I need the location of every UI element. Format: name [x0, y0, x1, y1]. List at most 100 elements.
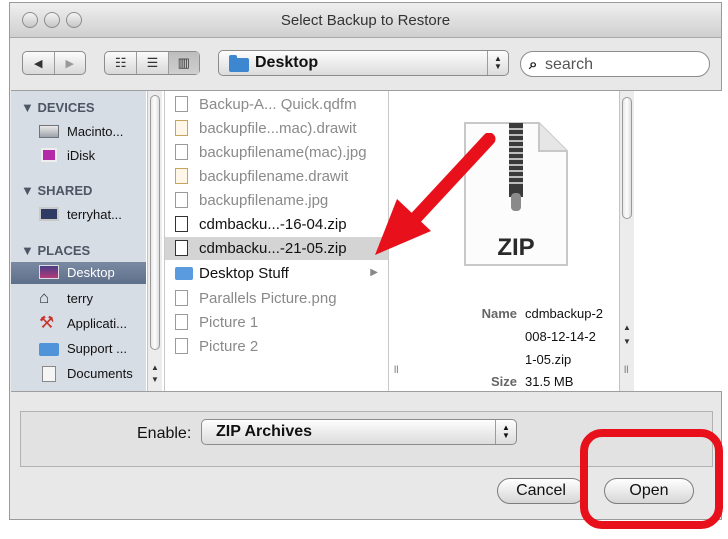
preview-scrollbar[interactable]: ▲ ▼ ll	[619, 91, 634, 391]
file-name: Parallels Picture.png	[199, 290, 337, 307]
sidebar-item-label: Macinto...	[67, 124, 124, 139]
file-row[interactable]: backupfilename.jpg	[165, 189, 388, 212]
zip-file-icon	[175, 216, 188, 232]
file-name: cdmbacku...-16-04.zip	[199, 216, 347, 233]
preview-column: ZIP Name cdmbackup-2 008-12-14-2 1-05.zi…	[375, 91, 629, 391]
view-mode-control: ☷ ☰ ▥	[104, 51, 200, 75]
file-row[interactable]: Picture 1	[165, 311, 388, 334]
document-icon	[175, 96, 188, 112]
sidebar-heading-devices[interactable]: ▼ DEVICES	[21, 100, 95, 115]
sidebar-item-label: Desktop	[67, 265, 115, 280]
sidebar-item-terryhat[interactable]: terryhat...	[11, 204, 146, 226]
desktop-icon	[39, 265, 59, 279]
sidebar-item-desktop[interactable]: Desktop	[11, 262, 146, 284]
scrollbar-thumb[interactable]	[150, 95, 160, 350]
file-name: cdmbacku...-21-05.zip	[199, 240, 347, 257]
scrollbar-thumb[interactable]	[622, 97, 632, 219]
image-file-icon	[175, 290, 188, 306]
window-title: Select Backup to Restore	[280, 12, 451, 29]
folder-icon	[39, 343, 59, 356]
network-computer-icon	[39, 207, 59, 221]
image-file-icon	[175, 338, 188, 354]
sidebar-item-label: terryhat...	[67, 207, 122, 222]
search-icon: ⌕	[529, 56, 538, 73]
scroll-up-arrow-icon[interactable]: ▲	[623, 323, 631, 332]
disclosure-arrow-icon: ▶	[370, 267, 378, 278]
back-forward-control: ◀ ▶	[22, 51, 86, 75]
name-line-3: 1-05.zip	[525, 352, 572, 367]
file-row[interactable]: backupfile...mac).drawit	[165, 117, 388, 140]
sidebar-item-macintosh-hd[interactable]: Macinto...	[11, 121, 146, 143]
enable-popup-value: ZIP Archives	[216, 423, 313, 440]
file-list-column: Backup-A... Quick.qdfm backupfile...mac)…	[164, 91, 396, 391]
file-row[interactable]: cdmbacku...-16-04.zip	[165, 213, 388, 236]
sidebar-item-label: iDisk	[67, 148, 96, 163]
image-file-icon	[175, 314, 188, 330]
name-label: Name	[481, 306, 517, 321]
name-line-1: cdmbackup-2	[525, 306, 604, 321]
file-name: Picture 2	[199, 338, 259, 355]
zip-file-icon	[175, 240, 188, 256]
title-bar[interactable]: Select Backup to Restore	[10, 3, 721, 38]
sidebar-scrollbar[interactable]: ▲ ▼	[147, 91, 162, 391]
file-row[interactable]: Parallels Picture.png	[165, 287, 388, 310]
sidebar-item-label: terry	[67, 291, 93, 306]
file-name: Picture 1	[199, 314, 259, 331]
column-resize-grip-icon[interactable]: ll	[624, 365, 628, 376]
folder-icon	[229, 55, 249, 72]
search-field[interactable]: ⌕ search	[520, 51, 710, 77]
idisk-icon	[41, 148, 57, 162]
list-view-button[interactable]: ☰	[137, 52, 169, 74]
forward-button[interactable]: ▶	[55, 52, 86, 74]
documents-icon	[42, 366, 56, 382]
annotation-arrow-icon	[375, 133, 496, 255]
drawit-document-icon	[175, 120, 188, 136]
size-label: Size	[490, 374, 517, 389]
size-value: 31.5 MB	[525, 374, 574, 389]
drawit-document-icon	[175, 168, 188, 184]
image-file-icon	[175, 144, 188, 160]
file-name: backupfilename(mac).jpg	[199, 144, 367, 161]
location-popup[interactable]: Desktop ▲ ▼	[218, 50, 509, 76]
scroll-down-arrow-icon[interactable]: ▼	[623, 337, 631, 346]
sidebar-item-support[interactable]: Support ...	[11, 338, 146, 360]
sidebar-item-documents[interactable]: Documents	[11, 363, 146, 385]
file-row-selected[interactable]: cdmbacku...-21-05.zip	[165, 237, 388, 260]
hard-drive-icon	[39, 125, 59, 138]
back-button[interactable]: ◀	[23, 52, 55, 74]
sidebar-heading-shared[interactable]: ▼ SHARED	[21, 183, 92, 198]
home-icon: ⌂	[39, 288, 50, 307]
location-label: Desktop	[255, 54, 319, 71]
sidebar: ▼ DEVICES Macinto... iDisk ▼ SHARED terr…	[11, 91, 146, 391]
folder-row[interactable]: Desktop Stuff ▶	[165, 262, 388, 285]
scroll-up-arrow-icon[interactable]: ▲	[151, 363, 159, 372]
sidebar-item-idisk[interactable]: iDisk	[11, 145, 146, 167]
file-name: Backup-A... Quick.qdfm	[199, 96, 357, 113]
sidebar-item-terry[interactable]: ⌂ terry	[11, 288, 146, 310]
sidebar-item-applications[interactable]: ⚒ Applicati...	[11, 313, 146, 335]
icon-view-button[interactable]: ☷	[105, 52, 138, 74]
column-resize-grip-icon[interactable]: ll	[394, 365, 398, 376]
annotation-highlight-box	[580, 429, 723, 529]
sidebar-heading-places[interactable]: ▼ PLACES	[21, 243, 90, 258]
enable-label: Enable:	[137, 425, 192, 442]
name-line-2: 008-12-14-2	[525, 329, 596, 344]
file-row[interactable]: Picture 2	[165, 335, 388, 358]
file-name: backupfilename.drawit	[199, 168, 349, 185]
sidebar-item-label: Applicati...	[67, 316, 127, 331]
file-row[interactable]: backupfilename(mac).jpg	[165, 141, 388, 164]
file-name: backupfile...mac).drawit	[199, 120, 357, 137]
sidebar-item-label: Documents	[67, 366, 133, 381]
file-row[interactable]: backupfilename.drawit	[165, 165, 388, 188]
folder-icon	[175, 267, 193, 280]
popup-arrows-icon: ▲ ▼	[495, 420, 516, 444]
applications-icon: ⚒	[39, 313, 55, 332]
image-file-icon	[175, 192, 188, 208]
file-browser: ▼ DEVICES Macinto... iDisk ▼ SHARED terr…	[11, 90, 722, 392]
column-view-button[interactable]: ▥	[168, 52, 199, 74]
scroll-down-arrow-icon[interactable]: ▼	[151, 375, 159, 384]
cancel-button[interactable]: Cancel	[497, 478, 585, 504]
enable-file-type-popup[interactable]: ZIP Archives ▲ ▼	[201, 419, 517, 445]
file-row[interactable]: Backup-A... Quick.qdfm	[165, 93, 388, 116]
popup-arrows-icon: ▲ ▼	[487, 51, 508, 75]
